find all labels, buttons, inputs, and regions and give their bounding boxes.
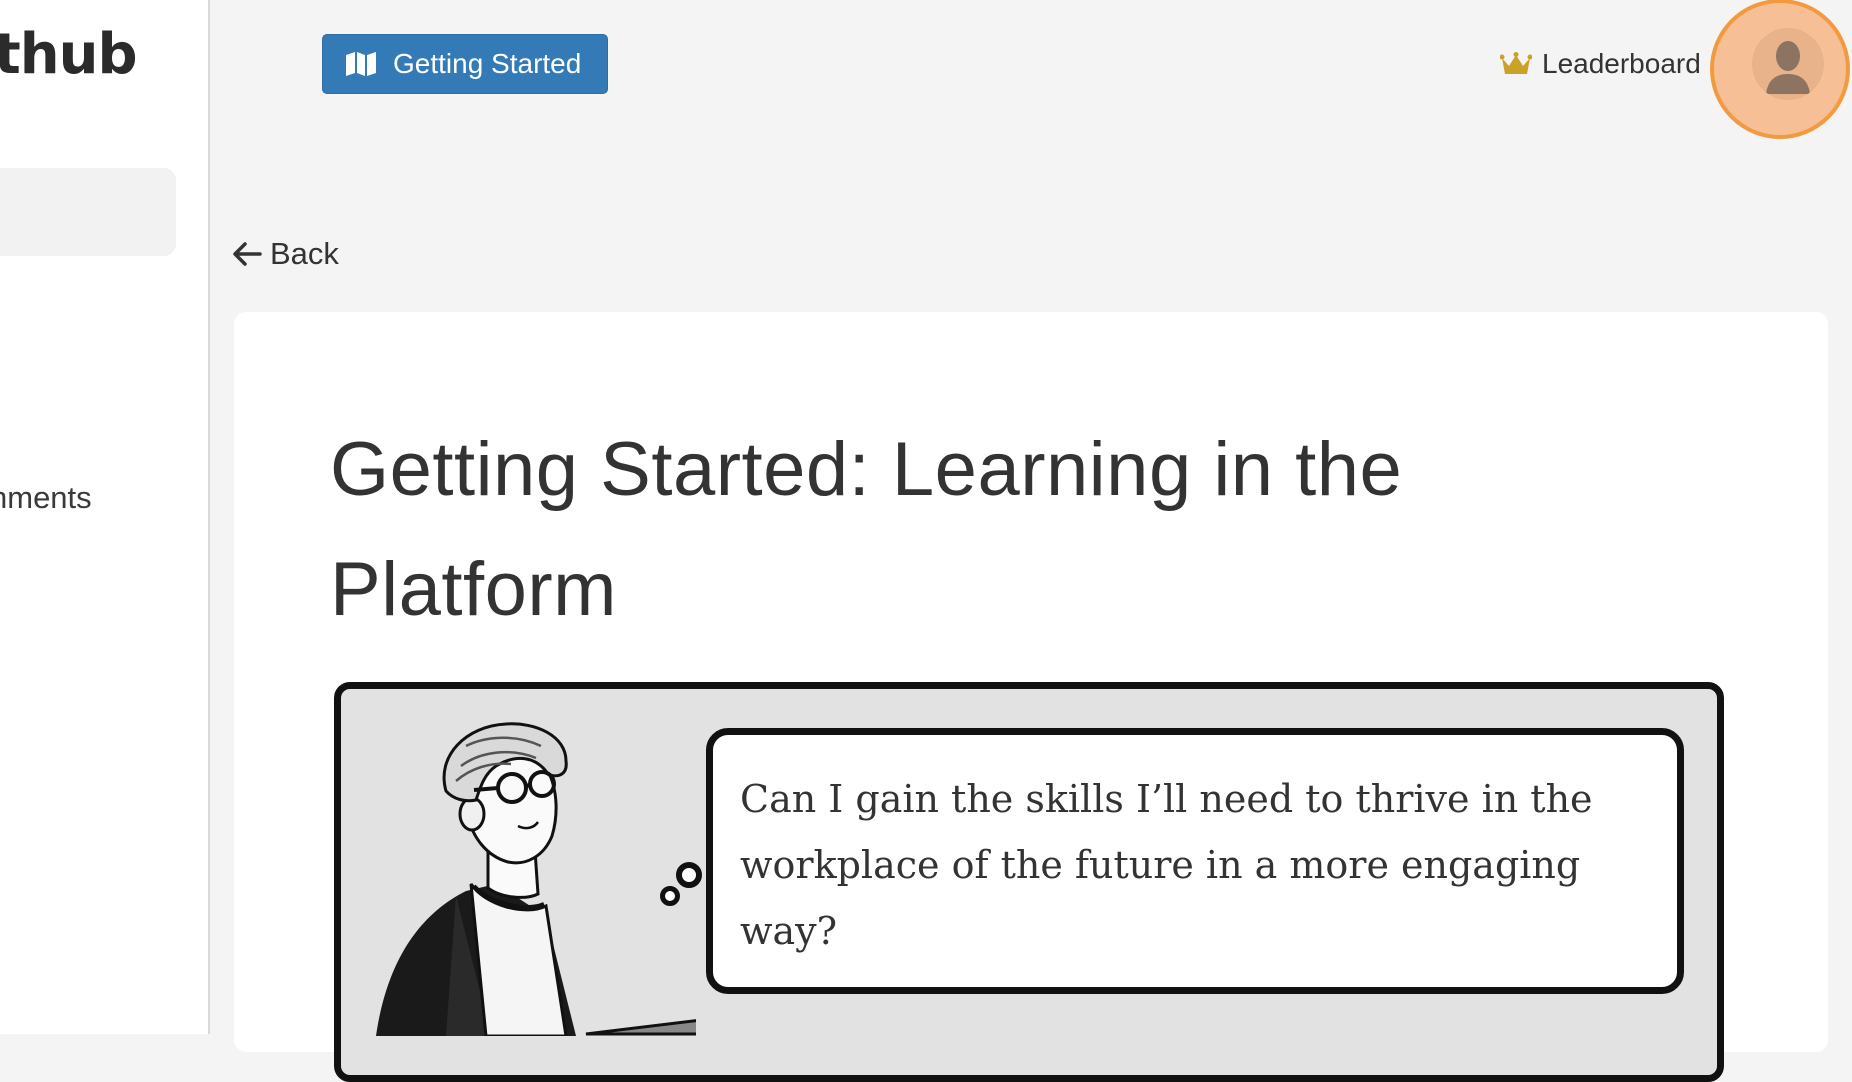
map-icon [346,52,376,76]
thought-dot-large [676,862,702,888]
sidebar-item-achievements[interactable]: hments [0,480,92,516]
crown-icon [1500,52,1532,74]
brand-logo-text[interactable]: thub [0,22,138,87]
leaderboard-link[interactable]: Leaderboard [1500,44,1701,84]
person-silhouette-icon [1752,28,1824,100]
back-link[interactable]: Back [232,236,339,272]
getting-started-button[interactable]: Getting Started [322,34,608,94]
getting-started-label: Getting Started [393,48,582,79]
page-title: Getting Started: Learning in the Platfor… [330,427,1403,632]
leaderboard-label: Leaderboard [1542,48,1701,79]
back-label: Back [270,236,339,271]
sidebar-item-active[interactable] [0,168,176,256]
thought-dot-small [660,886,680,906]
person-illustration [376,722,696,1036]
sidebar: thub hments [0,0,210,1034]
arrow-left-icon [233,242,262,266]
speech-bubble-text: Can I gain the skills I’ll need to thriv… [740,777,1593,953]
user-avatar-icon[interactable] [1752,28,1824,100]
